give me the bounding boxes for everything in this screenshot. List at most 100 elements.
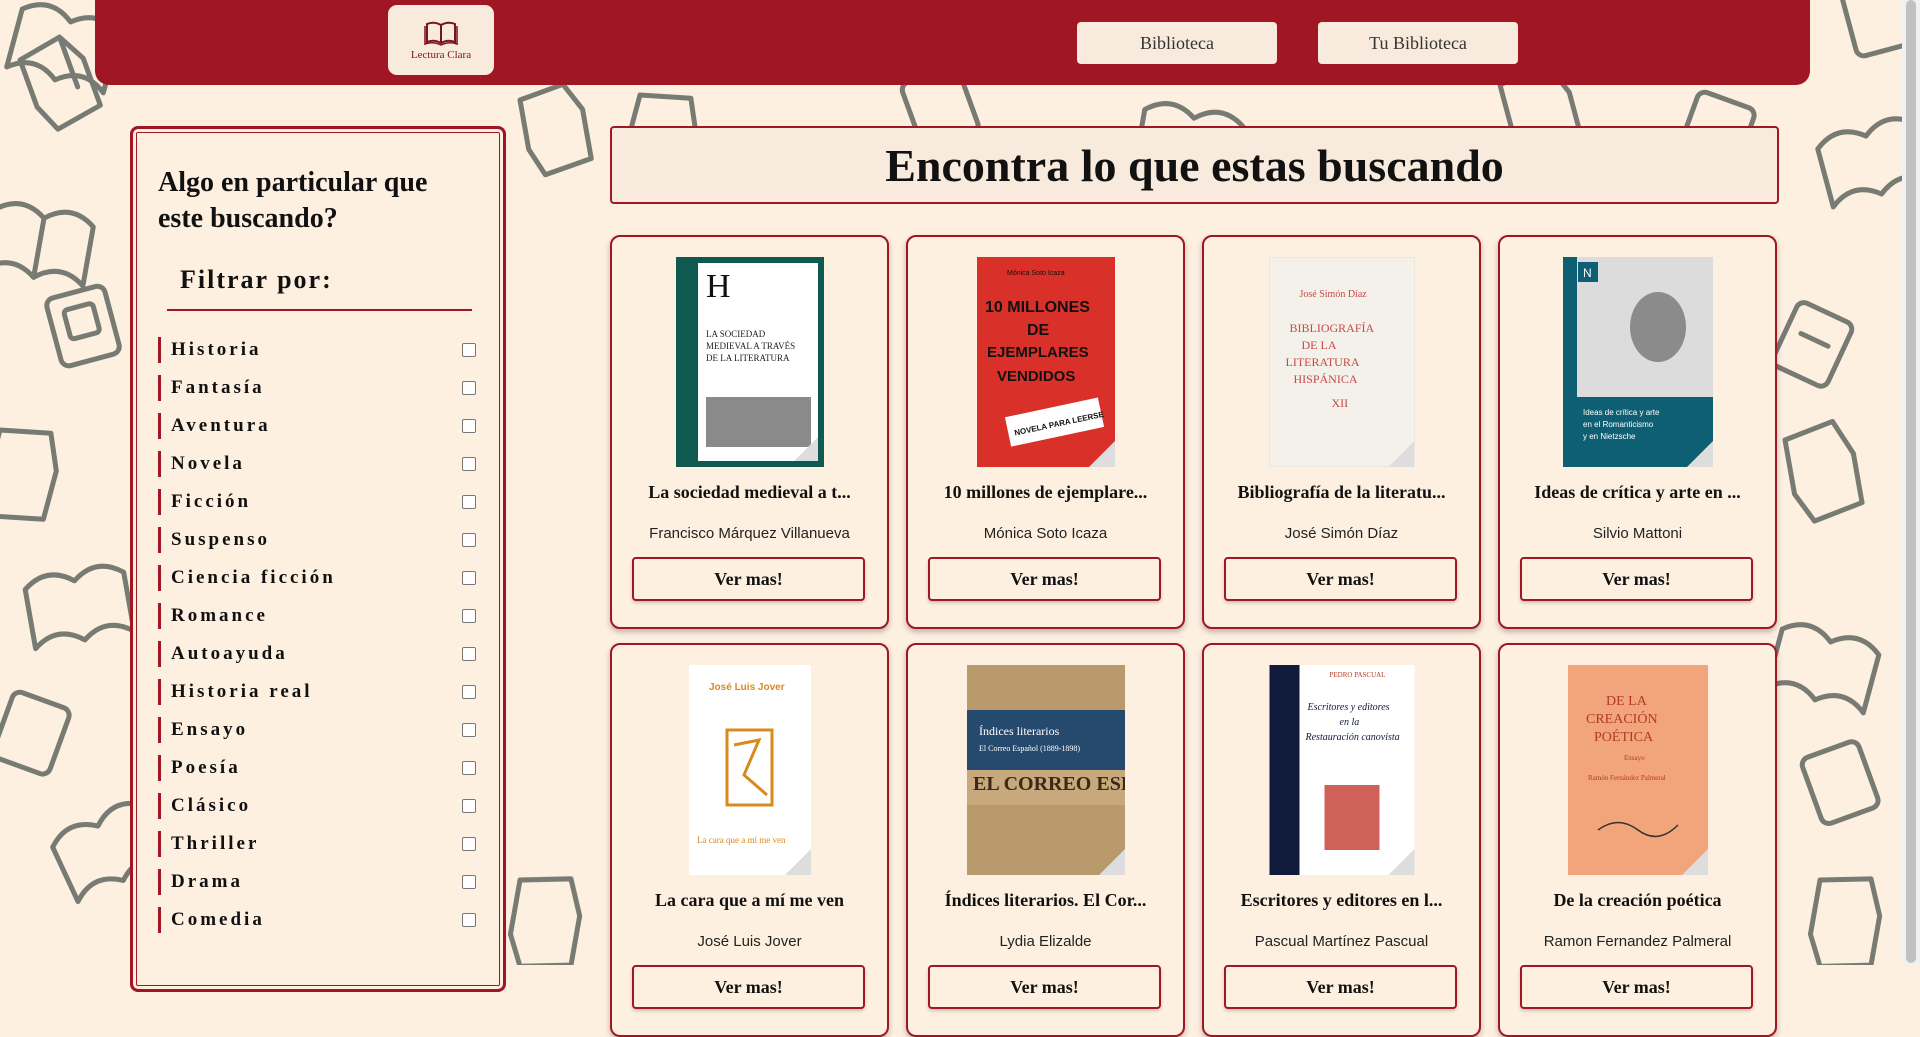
book-title: Índices literarios. El Cor... [944, 890, 1147, 910]
filter-checkbox[interactable] [462, 495, 476, 509]
book-title: La cara que a mí me ven [655, 890, 844, 910]
svg-text:DE LA: DE LA [1606, 694, 1648, 709]
sidebar-question: Algo en particular que este buscando? [158, 167, 428, 234]
filter-label: Autoayuda [158, 641, 288, 667]
filter-label: Comedia [158, 907, 265, 933]
filter-checkbox[interactable] [462, 533, 476, 547]
page-title: Encontra lo que estas buscando [610, 126, 1779, 204]
filter-item-aventura: Aventura [158, 407, 488, 445]
book-cover-image[interactable]: Índices literarios El Correo Español (18… [966, 665, 1125, 875]
vertical-scrollbar[interactable] [1902, 0, 1920, 965]
filter-label: Ciencia ficción [158, 565, 336, 591]
book-cover-image[interactable]: N Ideas de crítica y arte en el Romantic… [1562, 257, 1713, 467]
filter-item-historia: Historia [158, 331, 488, 369]
filter-checkbox[interactable] [462, 913, 476, 927]
svg-text:El Correo Español (1889-1898): El Correo Español (1889-1898) [979, 744, 1080, 753]
svg-text:José Simón Díaz: José Simón Díaz [1299, 289, 1367, 300]
book-title: De la creación poética [1553, 890, 1722, 910]
book-author: Pascual Martínez Pascual [1254, 933, 1429, 950]
filter-label: Ficción [158, 489, 251, 515]
book-card: DE LA CREACIÓN POÉTICA Ensayo Ramón Fern… [1498, 643, 1777, 1037]
ver-mas-button[interactable]: Ver mas! [928, 965, 1161, 1009]
svg-text:MEDIEVAL A TRAVÉS: MEDIEVAL A TRAVÉS [706, 341, 795, 351]
ver-mas-button[interactable]: Ver mas! [1520, 965, 1753, 1009]
filter-item-comedia: Comedia [158, 901, 488, 939]
svg-text:EL CORREO ESPAÑOL: EL CORREO ESPAÑOL [973, 772, 1125, 795]
svg-text:HISPÁNICA: HISPÁNICA [1293, 372, 1357, 386]
filter-item-autoayuda: Autoayuda [158, 635, 488, 673]
filter-checkbox[interactable] [462, 685, 476, 699]
book-card: N Ideas de crítica y arte en el Romantic… [1498, 235, 1777, 629]
svg-text:Índices literarios: Índices literarios [979, 724, 1060, 738]
filter-checkbox[interactable] [462, 837, 476, 851]
book-author: Mónica Soto Icaza [983, 525, 1108, 542]
book-cover-image[interactable]: PEDRO PASCUAL Escritores y editores en l… [1269, 665, 1414, 875]
filter-item-clasico: Clásico [158, 787, 488, 825]
filter-checkbox[interactable] [462, 647, 476, 661]
book-author: Lydia Elizalde [999, 933, 1092, 950]
book-cover-image[interactable]: DE LA CREACIÓN POÉTICA Ensayo Ramón Fern… [1567, 665, 1708, 875]
book-author: Ramon Fernandez Palmeral [1543, 933, 1732, 950]
filter-divider [167, 309, 472, 311]
filter-list: Historia Fantasía Aventura Novela Ficció… [158, 331, 488, 939]
ver-mas-button[interactable]: Ver mas! [1224, 557, 1457, 601]
svg-text:La cara que a mí me ven: La cara que a mí me ven [697, 835, 786, 845]
filter-checkbox[interactable] [462, 419, 476, 433]
filter-checkbox[interactable] [462, 571, 476, 585]
book-author: Silvio Mattoni [1592, 525, 1683, 542]
filter-checkbox[interactable] [462, 799, 476, 813]
ver-mas-button[interactable]: Ver mas! [928, 557, 1161, 601]
nav-biblioteca-button[interactable]: Biblioteca [1077, 22, 1277, 64]
nav-tu-biblioteca-button[interactable]: Tu Biblioteca [1318, 22, 1518, 64]
logo[interactable]: Lectura Clara [388, 5, 494, 75]
filter-label: Fantasía [158, 375, 265, 401]
filter-checkbox[interactable] [462, 457, 476, 471]
svg-text:N: N [1583, 266, 1592, 280]
ver-mas-button[interactable]: Ver mas! [632, 965, 865, 1009]
filter-checkbox[interactable] [462, 609, 476, 623]
book-card: José Luis Jover La cara que a mí me ven … [610, 643, 889, 1037]
svg-text:Mónica Soto Icaza: Mónica Soto Icaza [1007, 270, 1065, 277]
filter-title: Filtrar por: [180, 265, 333, 294]
svg-text:Restauración canovista: Restauración canovista [1304, 732, 1399, 743]
filter-label: Thriller [158, 831, 259, 857]
filter-checkbox[interactable] [462, 723, 476, 737]
filter-checkbox[interactable] [462, 875, 476, 889]
ver-mas-button[interactable]: Ver mas! [1520, 557, 1753, 601]
filter-item-suspenso: Suspenso [158, 521, 488, 559]
scrollbar-thumb[interactable] [1906, 0, 1916, 963]
svg-text:Ensayo: Ensayo [1624, 754, 1645, 762]
filter-label: Aventura [158, 413, 271, 439]
filter-item-drama: Drama [158, 863, 488, 901]
book-author: José Simón Díaz [1284, 525, 1399, 542]
book-cover-image[interactable]: H LA SOCIEDAD MEDIEVAL A TRAVÉS DE LA LI… [675, 257, 824, 467]
book-cover-image[interactable]: José Luis Jover La cara que a mí me ven [688, 665, 811, 875]
filter-item-historia-real: Historia real [158, 673, 488, 711]
book-title: Ideas de crítica y arte en ... [1534, 482, 1741, 502]
filter-checkbox[interactable] [462, 761, 476, 775]
filter-checkbox[interactable] [462, 381, 476, 395]
book-card: PEDRO PASCUAL Escritores y editores en l… [1202, 643, 1481, 1037]
svg-text:en el Romanticismo: en el Romanticismo [1583, 420, 1654, 429]
svg-text:PEDRO PASCUAL: PEDRO PASCUAL [1329, 671, 1385, 679]
filter-label: Romance [158, 603, 268, 629]
filter-item-fantasia: Fantasía [158, 369, 488, 407]
book-cover-image[interactable]: Mónica Soto Icaza 10 MILLONES DE EJEMPLA… [976, 257, 1115, 467]
ver-mas-button[interactable]: Ver mas! [632, 557, 865, 601]
book-cover-image[interactable]: José Simón Díaz BIBLIOGRAFÍA DE LA LITER… [1269, 257, 1414, 467]
book-title: La sociedad medieval a t... [648, 482, 851, 502]
svg-text:BIBLIOGRAFÍA: BIBLIOGRAFÍA [1289, 321, 1374, 335]
svg-text:LA SOCIEDAD: LA SOCIEDAD [706, 329, 766, 339]
ver-mas-button[interactable]: Ver mas! [1224, 965, 1457, 1009]
filter-item-ficcion: Ficción [158, 483, 488, 521]
filter-item-novela: Novela [158, 445, 488, 483]
book-author: José Luis Jover [697, 933, 802, 950]
svg-text:EJEMPLARES: EJEMPLARES [987, 344, 1089, 361]
filter-checkbox[interactable] [462, 343, 476, 357]
svg-text:H: H [706, 268, 731, 305]
filter-item-poesia: Poesía [158, 749, 488, 787]
book-title: Escritores y editores en l... [1240, 890, 1443, 910]
svg-text:Ramón Fernández Palmeral: Ramón Fernández Palmeral [1588, 774, 1666, 782]
svg-text:Ideas de crítica y arte: Ideas de crítica y arte [1583, 408, 1660, 417]
svg-text:CREACIÓN: CREACIÓN [1586, 710, 1658, 727]
